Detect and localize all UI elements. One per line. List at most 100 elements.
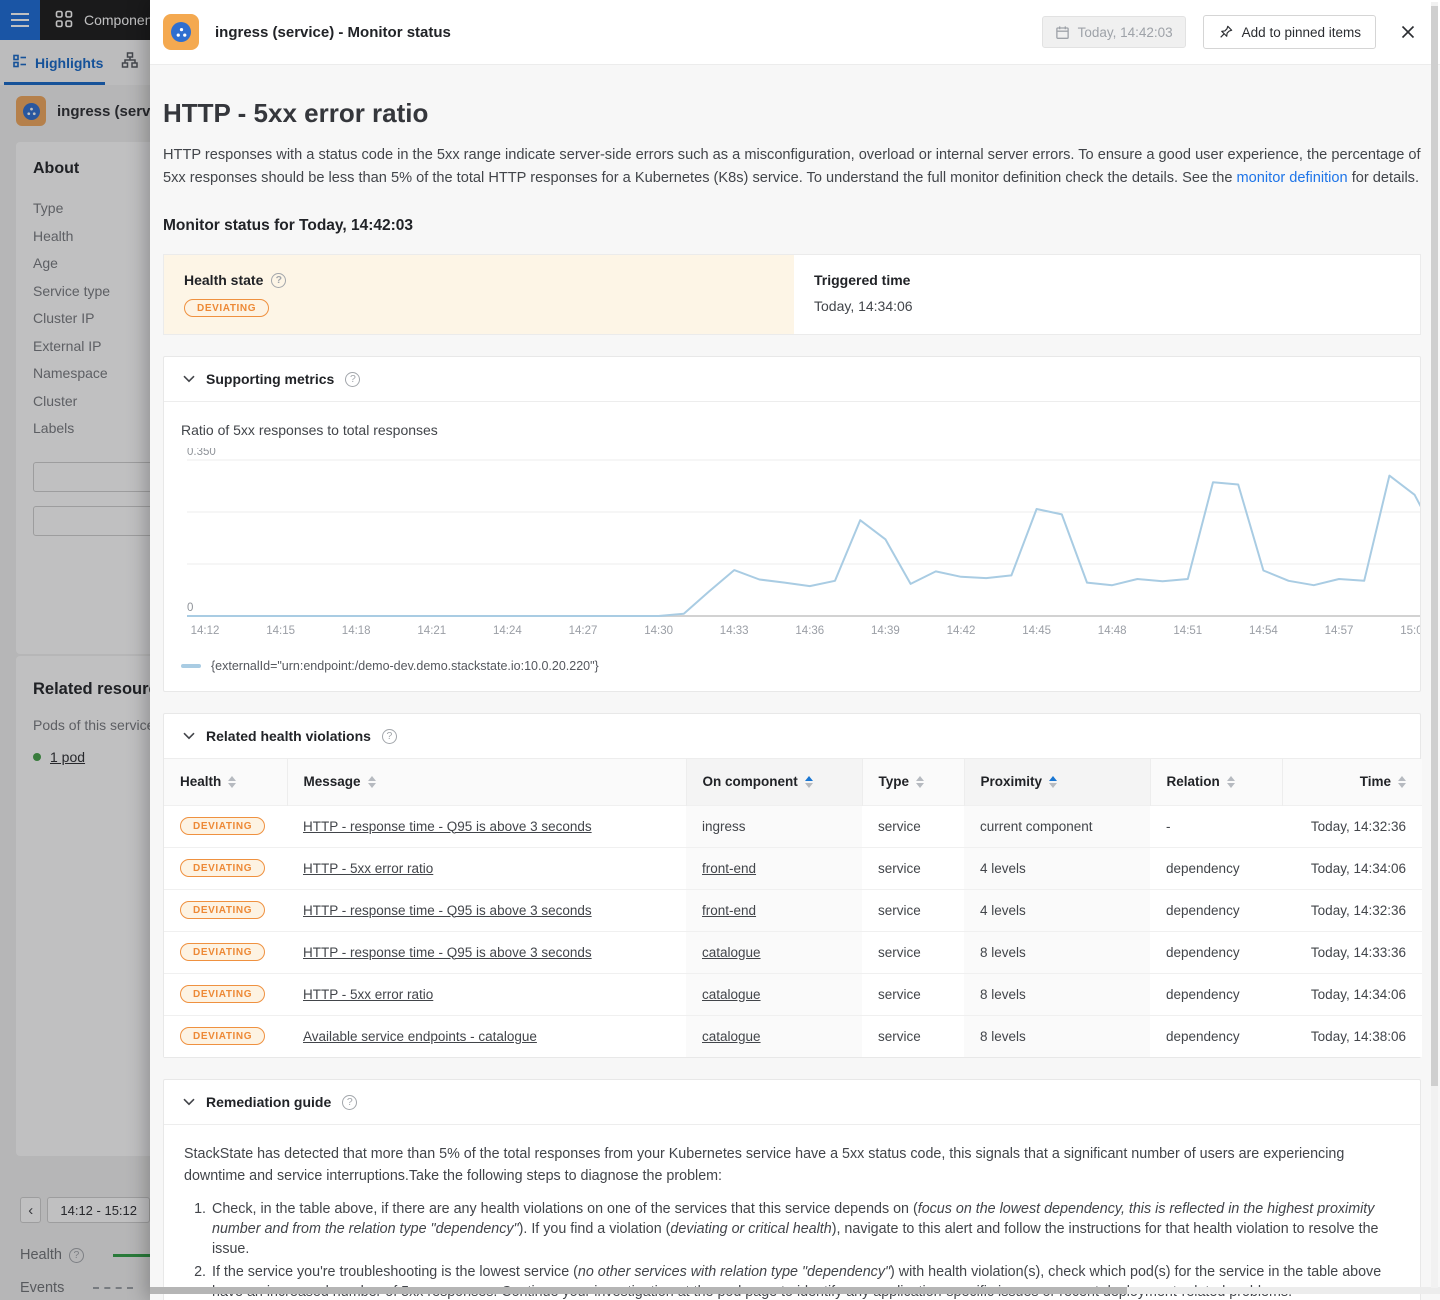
violation-message-link[interactable]: HTTP - response time - Q95 is above 3 se…: [303, 903, 592, 918]
sort-arrows-icon: [368, 776, 376, 788]
svg-text:14:15: 14:15: [266, 625, 295, 637]
violation-message-link[interactable]: Available service endpoints - catalogue: [303, 1029, 537, 1044]
monitor-description: HTTP responses with a status code in the…: [163, 144, 1421, 190]
table-cell: catalogue: [686, 1015, 862, 1057]
modal-body: HTTP - 5xx error ratio HTTP responses wi…: [150, 64, 1440, 1300]
help-icon[interactable]: ?: [342, 1095, 357, 1110]
remediation-step: Check, in the table above, if there are …: [210, 1199, 1400, 1259]
svg-text:15:00: 15:00: [1400, 625, 1420, 637]
add-to-pinned-label: Add to pinned items: [1242, 25, 1361, 40]
table-cell: DEVIATING: [164, 847, 287, 889]
table-row: DEVIATING HTTP - response time - Q95 is a…: [164, 889, 1422, 931]
violation-message-link[interactable]: HTTP - 5xx error ratio: [303, 861, 433, 876]
health-status-badge: DEVIATING: [180, 943, 265, 961]
remediation-guide-body: StackState has detected that more than 5…: [164, 1125, 1420, 1300]
column-label: Proximity: [981, 774, 1043, 789]
health-state-panel: Health state ? DEVIATING Triggered time …: [163, 254, 1421, 335]
help-icon[interactable]: ?: [382, 729, 397, 744]
supporting-metrics-section: Supporting metrics ? Ratio of 5xx respon…: [163, 356, 1421, 692]
horizontal-scrollbar-thumb[interactable]: [150, 1287, 1127, 1294]
table-cell: -: [1150, 805, 1282, 847]
table-cell: Today, 14:32:36: [1282, 889, 1422, 931]
svg-text:14:12: 14:12: [191, 625, 220, 637]
health-state-cell: Health state ? DEVIATING: [164, 255, 794, 334]
table-cell: catalogue: [686, 931, 862, 973]
modal-header: ingress (service) - Monitor status Today…: [150, 0, 1440, 64]
component-name: ingress: [702, 819, 746, 834]
related-health-violations-header[interactable]: Related health violations ?: [164, 714, 1420, 759]
table-cell: Today, 14:32:36: [1282, 805, 1422, 847]
remediation-guide-header[interactable]: Remediation guide ?: [164, 1080, 1420, 1125]
table-cell: DEVIATING: [164, 805, 287, 847]
monitor-status-modal: ingress (service) - Monitor status Today…: [150, 0, 1440, 1300]
legend-series-label: {externalId="urn:endpoint:/demo-dev.demo…: [211, 659, 599, 673]
column-header-time[interactable]: Time: [1282, 759, 1422, 805]
sort-arrows-icon: [916, 776, 924, 788]
horizontal-scrollbar[interactable]: [150, 1287, 1440, 1294]
sort-arrows-icon: [1227, 776, 1235, 788]
sort-arrows-icon: [1398, 776, 1406, 788]
legend-line-swatch: [181, 664, 201, 668]
violation-message-link[interactable]: HTTP - 5xx error ratio: [303, 987, 433, 1002]
table-row: DEVIATING HTTP - response time - Q95 is a…: [164, 931, 1422, 973]
vertical-scrollbar-thumb[interactable]: [1431, 6, 1438, 1086]
sort-arrows-icon: [1049, 776, 1057, 788]
table-cell: 8 levels: [964, 931, 1150, 973]
column-header-health[interactable]: Health: [164, 759, 287, 805]
violation-message-link[interactable]: HTTP - response time - Q95 is above 3 se…: [303, 945, 592, 960]
column-label: Relation: [1167, 774, 1220, 789]
table-cell: dependency: [1150, 889, 1282, 931]
svg-text:14:48: 14:48: [1098, 625, 1127, 637]
component-link[interactable]: catalogue: [702, 945, 761, 960]
table-cell: catalogue: [686, 973, 862, 1015]
chevron-down-icon: [183, 375, 195, 383]
table-cell: Available service endpoints - catalogue: [287, 1015, 686, 1057]
table-cell: 4 levels: [964, 889, 1150, 931]
violation-message-link[interactable]: HTTP - response time - Q95 is above 3 se…: [303, 819, 592, 834]
line-chart[interactable]: 0.350014:1214:1514:1814:2114:2414:2714:3…: [164, 448, 1420, 644]
component-link[interactable]: front-end: [702, 861, 756, 876]
svg-text:14:21: 14:21: [417, 625, 446, 637]
column-header-on-component[interactable]: On component: [686, 759, 862, 805]
table-cell: DEVIATING: [164, 973, 287, 1015]
triggered-time-cell: Triggered time Today, 14:34:06: [794, 255, 1420, 334]
svg-text:14:30: 14:30: [644, 625, 673, 637]
section-title: Remediation guide: [206, 1094, 331, 1110]
health-status-badge: DEVIATING: [184, 299, 269, 317]
table-cell: dependency: [1150, 931, 1282, 973]
table-cell: HTTP - response time - Q95 is above 3 se…: [287, 889, 686, 931]
datetime-picker-button[interactable]: Today, 14:42:03: [1042, 16, 1186, 48]
table-cell: 4 levels: [964, 847, 1150, 889]
svg-text:0: 0: [187, 602, 193, 614]
chevron-down-icon: [183, 1098, 195, 1106]
table-cell: HTTP - response time - Q95 is above 3 se…: [287, 805, 686, 847]
column-header-type[interactable]: Type: [862, 759, 964, 805]
remediation-intro: StackState has detected that more than 5…: [184, 1143, 1400, 1187]
column-label: On component: [703, 774, 798, 789]
component-link[interactable]: catalogue: [702, 1029, 761, 1044]
table-cell: DEVIATING: [164, 1015, 287, 1057]
column-header-relation[interactable]: Relation: [1150, 759, 1282, 805]
table-row: DEVIATING Available service endpoints - c…: [164, 1015, 1422, 1057]
column-header-message[interactable]: Message: [287, 759, 686, 805]
column-label: Health: [180, 774, 221, 789]
monitor-definition-link[interactable]: monitor definition: [1237, 170, 1348, 186]
pin-icon: [1218, 24, 1234, 40]
health-status-badge: DEVIATING: [180, 901, 265, 919]
table-row: DEVIATING HTTP - response time - Q95 is a…: [164, 805, 1422, 847]
add-to-pinned-button[interactable]: Add to pinned items: [1203, 15, 1376, 49]
supporting-metrics-header[interactable]: Supporting metrics ?: [164, 357, 1420, 402]
component-link[interactable]: front-end: [702, 903, 756, 918]
help-icon[interactable]: ?: [271, 273, 286, 288]
table-cell: 8 levels: [964, 973, 1150, 1015]
table-cell: Today, 14:34:06: [1282, 847, 1422, 889]
close-icon[interactable]: [1400, 24, 1416, 40]
vertical-scrollbar[interactable]: [1431, 2, 1438, 1288]
component-link[interactable]: catalogue: [702, 987, 761, 1002]
chart-title: Ratio of 5xx responses to total response…: [164, 422, 1420, 438]
table-cell: service: [862, 931, 964, 973]
related-health-violations-section: Related health violations ? Health Messag…: [163, 713, 1421, 1058]
help-icon[interactable]: ?: [345, 372, 360, 387]
datetime-value: Today, 14:42:03: [1078, 25, 1173, 40]
column-header-proximity[interactable]: Proximity: [964, 759, 1150, 805]
